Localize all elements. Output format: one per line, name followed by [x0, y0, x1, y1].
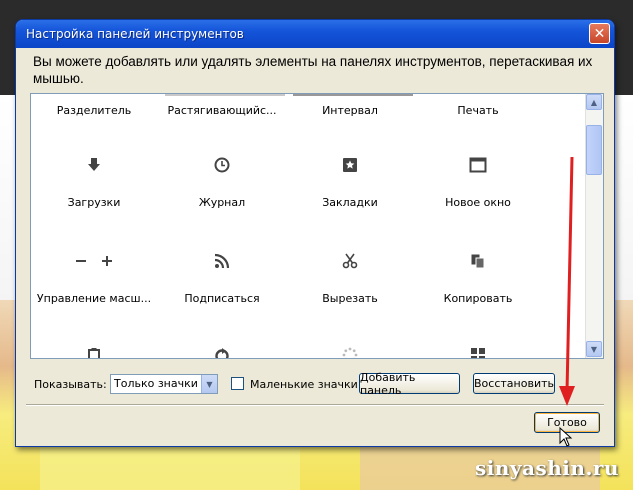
- small-icons-label[interactable]: Маленькие значки: [250, 378, 358, 391]
- instruction-text: Вы можете добавлять или удалять элементы…: [33, 54, 593, 86]
- toolbar-item[interactable]: Новое окно: [415, 156, 541, 209]
- mouse-cursor-icon: [559, 427, 573, 447]
- item-label: Загрузки: [67, 196, 121, 209]
- toolbar-item[interactable]: Печать: [415, 104, 541, 117]
- item-frame-edge: [165, 94, 285, 96]
- scroll-down-button[interactable]: ▼: [586, 341, 602, 357]
- new-window-icon: [415, 156, 541, 174]
- watermark: sinyashin.ru: [475, 456, 619, 480]
- toolbar-item[interactable]: [31, 346, 157, 358]
- paste-clipboard-icon: [31, 346, 157, 358]
- dropdown-button[interactable]: ▼: [201, 375, 217, 393]
- scroll-thumb[interactable]: [586, 125, 602, 175]
- item-frame-edge: [293, 94, 413, 96]
- toolbar-item[interactable]: Разделитель: [31, 104, 157, 117]
- toolbar-item[interactable]: Журнал: [159, 156, 285, 209]
- download-arrow-icon: [31, 156, 157, 174]
- toolbar-item[interactable]: Закладки: [287, 156, 413, 209]
- rss-feed-icon: [159, 252, 285, 270]
- close-button[interactable]: ✕: [589, 23, 610, 44]
- item-label: Журнал: [198, 196, 246, 209]
- item-label: Вырезать: [322, 292, 378, 305]
- title-bar[interactable]: Настройка панелей инструментов: [16, 20, 614, 48]
- chevron-down-icon: ▼: [206, 379, 213, 389]
- toolbar-item[interactable]: Вырезать: [287, 252, 413, 305]
- bookmarks-star-icon: [287, 156, 413, 174]
- toolbar-item[interactable]: Загрузки: [31, 156, 157, 209]
- history-clock-icon: [159, 156, 285, 174]
- show-label: Показывать:: [34, 378, 107, 391]
- item-label: Новое окно: [445, 196, 511, 209]
- toolbar-item[interactable]: [159, 346, 285, 358]
- scroll-up-button[interactable]: ▲: [586, 94, 602, 110]
- item-label: Копировать: [443, 292, 513, 305]
- chevron-down-icon: ▼: [590, 344, 598, 354]
- toolbar-item[interactable]: Растягивающийс...: [159, 104, 285, 117]
- add-panel-button[interactable]: Добавить панель: [359, 370, 460, 397]
- copy-icon: [415, 252, 541, 270]
- toolbar-item[interactable]: Копировать: [415, 252, 541, 305]
- item-label: Разделитель: [56, 104, 132, 117]
- item-label: Управление масш...: [36, 292, 152, 305]
- dialog-title: Настройка панелей инструментов: [26, 27, 244, 41]
- restore-button[interactable]: Восстановить: [473, 373, 555, 394]
- zoom-minus-plus-icon: [31, 252, 157, 270]
- toolbar-item[interactable]: [415, 346, 541, 358]
- toolbar-item[interactable]: Интервал: [287, 104, 413, 117]
- toolbar-items-grid: Разделитель Растягивающийс... Интервал П…: [31, 94, 587, 358]
- item-label: Растягивающийс...: [167, 104, 277, 117]
- divider: [26, 404, 604, 406]
- item-label: Печать: [457, 104, 499, 117]
- show-mode-value: Только значки: [114, 377, 198, 390]
- item-label: Подписаться: [184, 292, 260, 305]
- customize-toolbar-dialog: Настройка панелей инструментов ✕ Вы може…: [15, 19, 615, 447]
- item-label: Интервал: [322, 104, 378, 117]
- chevron-up-icon: ▲: [590, 97, 598, 107]
- reload-icon: [159, 346, 285, 358]
- small-icons-checkbox[interactable]: [231, 377, 244, 390]
- toolbar-item[interactable]: Подписаться: [159, 252, 285, 305]
- scissors-icon: [287, 252, 413, 270]
- show-mode-select[interactable]: Только значки ▼: [110, 374, 218, 394]
- toolbar-item[interactable]: Управление масш...: [31, 252, 157, 305]
- vertical-scrollbar[interactable]: ▲ ▼: [585, 94, 603, 358]
- grid-icon: [415, 346, 541, 358]
- toolbar-items-panel: Разделитель Растягивающийс... Интервал П…: [30, 93, 604, 359]
- toolbar-item[interactable]: [287, 346, 413, 358]
- item-label: Закладки: [322, 196, 378, 209]
- close-icon: ✕: [593, 25, 606, 42]
- add-panel-label: Добавить панель: [360, 370, 416, 397]
- throbber-icon: [287, 346, 413, 358]
- restore-label: Восстановить: [474, 377, 554, 390]
